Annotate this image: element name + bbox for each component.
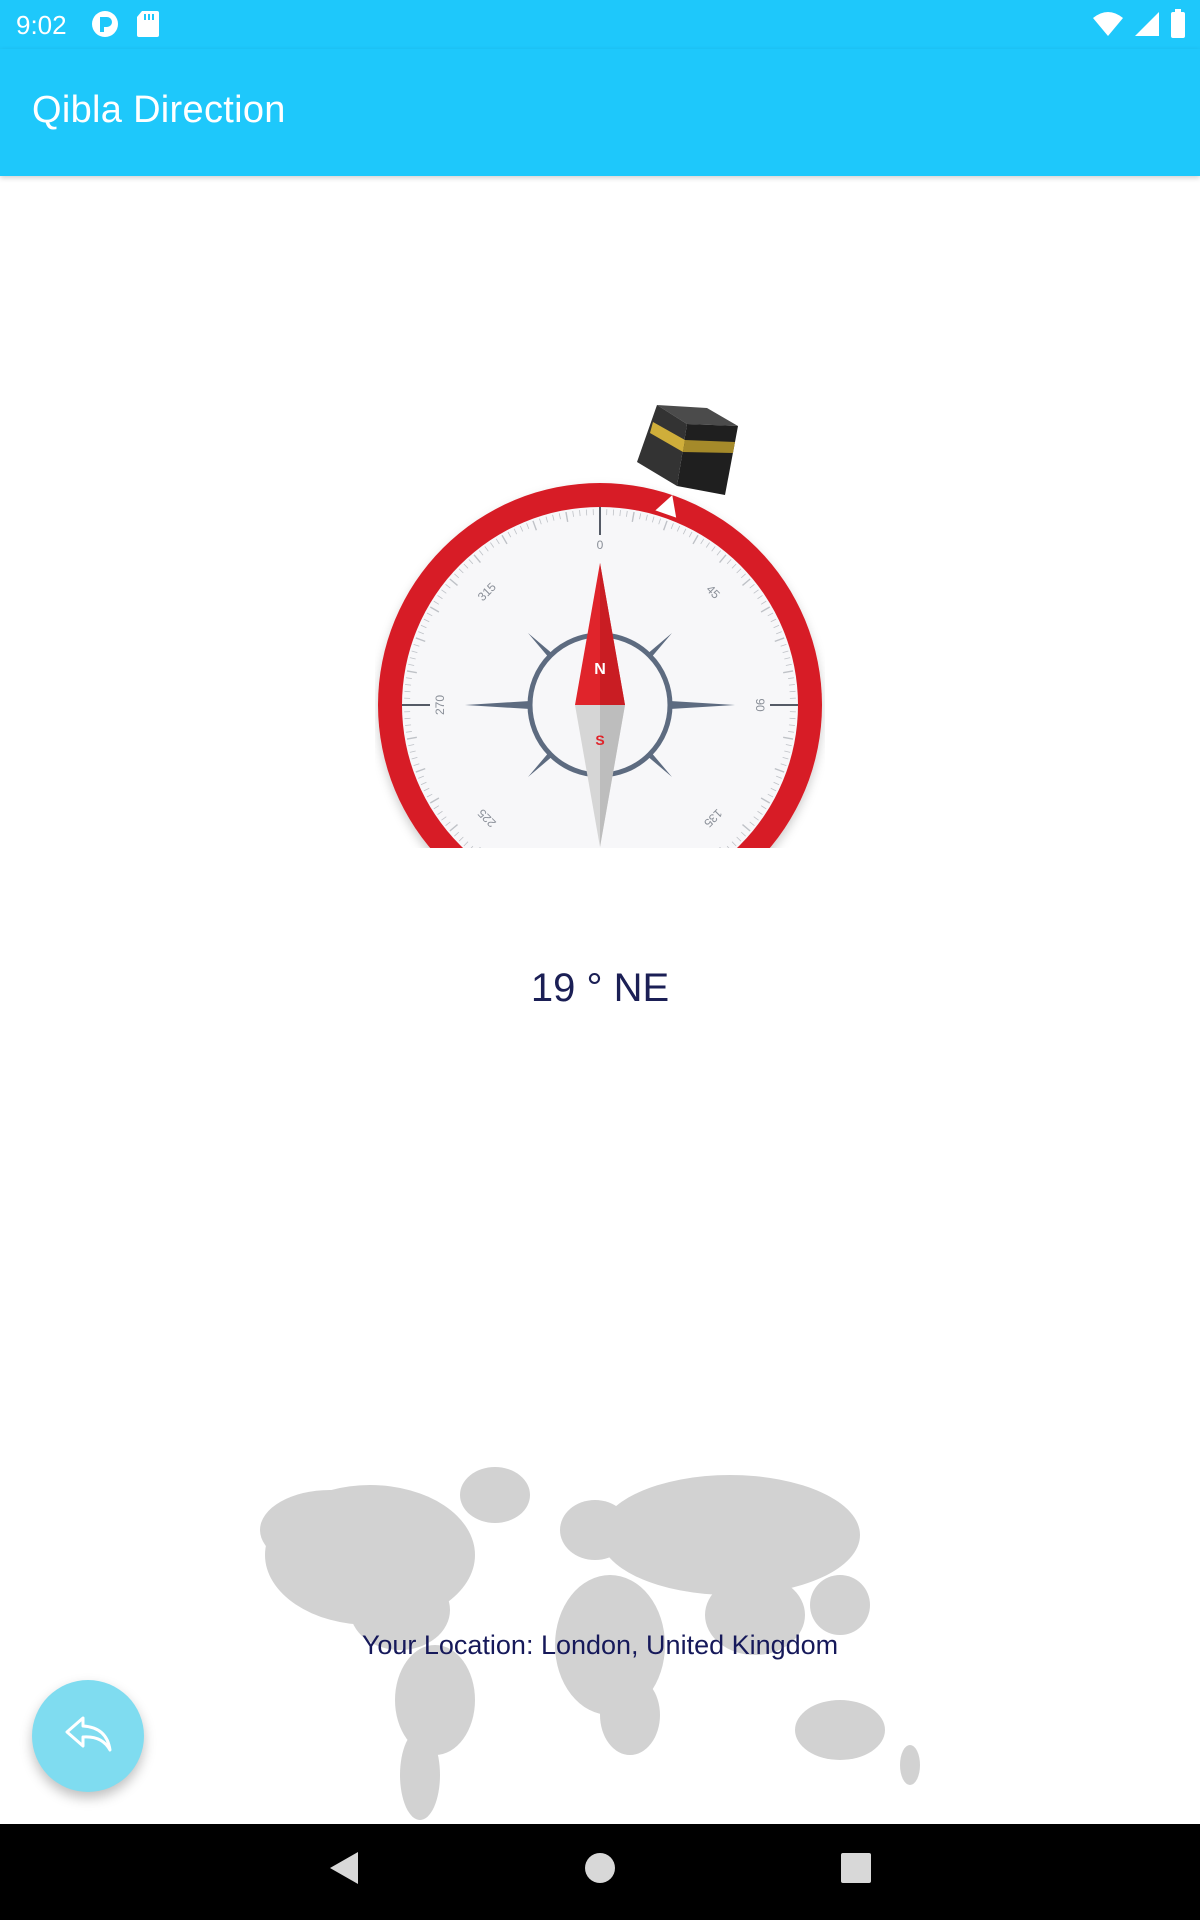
tick-label-270: 270 (433, 695, 447, 715)
south-label: S (595, 732, 604, 748)
home-icon (584, 1853, 616, 1892)
location-text: Your Location: London, United Kingdom (361, 1630, 839, 1660)
back-icon (326, 1852, 362, 1892)
sd-card-icon (136, 9, 160, 44)
qibla-bearing-text: 19 ° NE (530, 966, 670, 1010)
status-icons-right (1092, 9, 1186, 44)
cell-signal-icon (1134, 10, 1160, 43)
app-bar: Qibla Direction (0, 49, 1200, 176)
status-bar: 9:02 (0, 0, 1200, 49)
compass-dial: 0 45 90 135 180 225 270 315 (378, 483, 822, 927)
battery-icon (1170, 9, 1186, 44)
tick-label-0: 0 (597, 538, 604, 552)
status-time: 9:02 (16, 10, 67, 40)
home-button[interactable] (584, 1848, 616, 1893)
compass: 0 45 90 135 180 225 270 315 (375, 398, 825, 948)
navigation-bar (0, 1824, 1200, 1920)
back-button[interactable] (326, 1848, 362, 1893)
wifi-icon (1092, 10, 1124, 43)
status-icons-left (90, 9, 160, 44)
north-label: N (594, 661, 606, 678)
data-saver-icon (90, 9, 120, 44)
recents-button[interactable] (839, 1848, 873, 1893)
tick-label-90: 90 (753, 698, 767, 712)
recents-icon (839, 1853, 873, 1892)
app-title: Qibla Direction (32, 89, 286, 131)
share-button[interactable] (32, 1680, 144, 1792)
kaaba-icon (635, 400, 745, 505)
share-reply-icon (63, 1714, 113, 1759)
